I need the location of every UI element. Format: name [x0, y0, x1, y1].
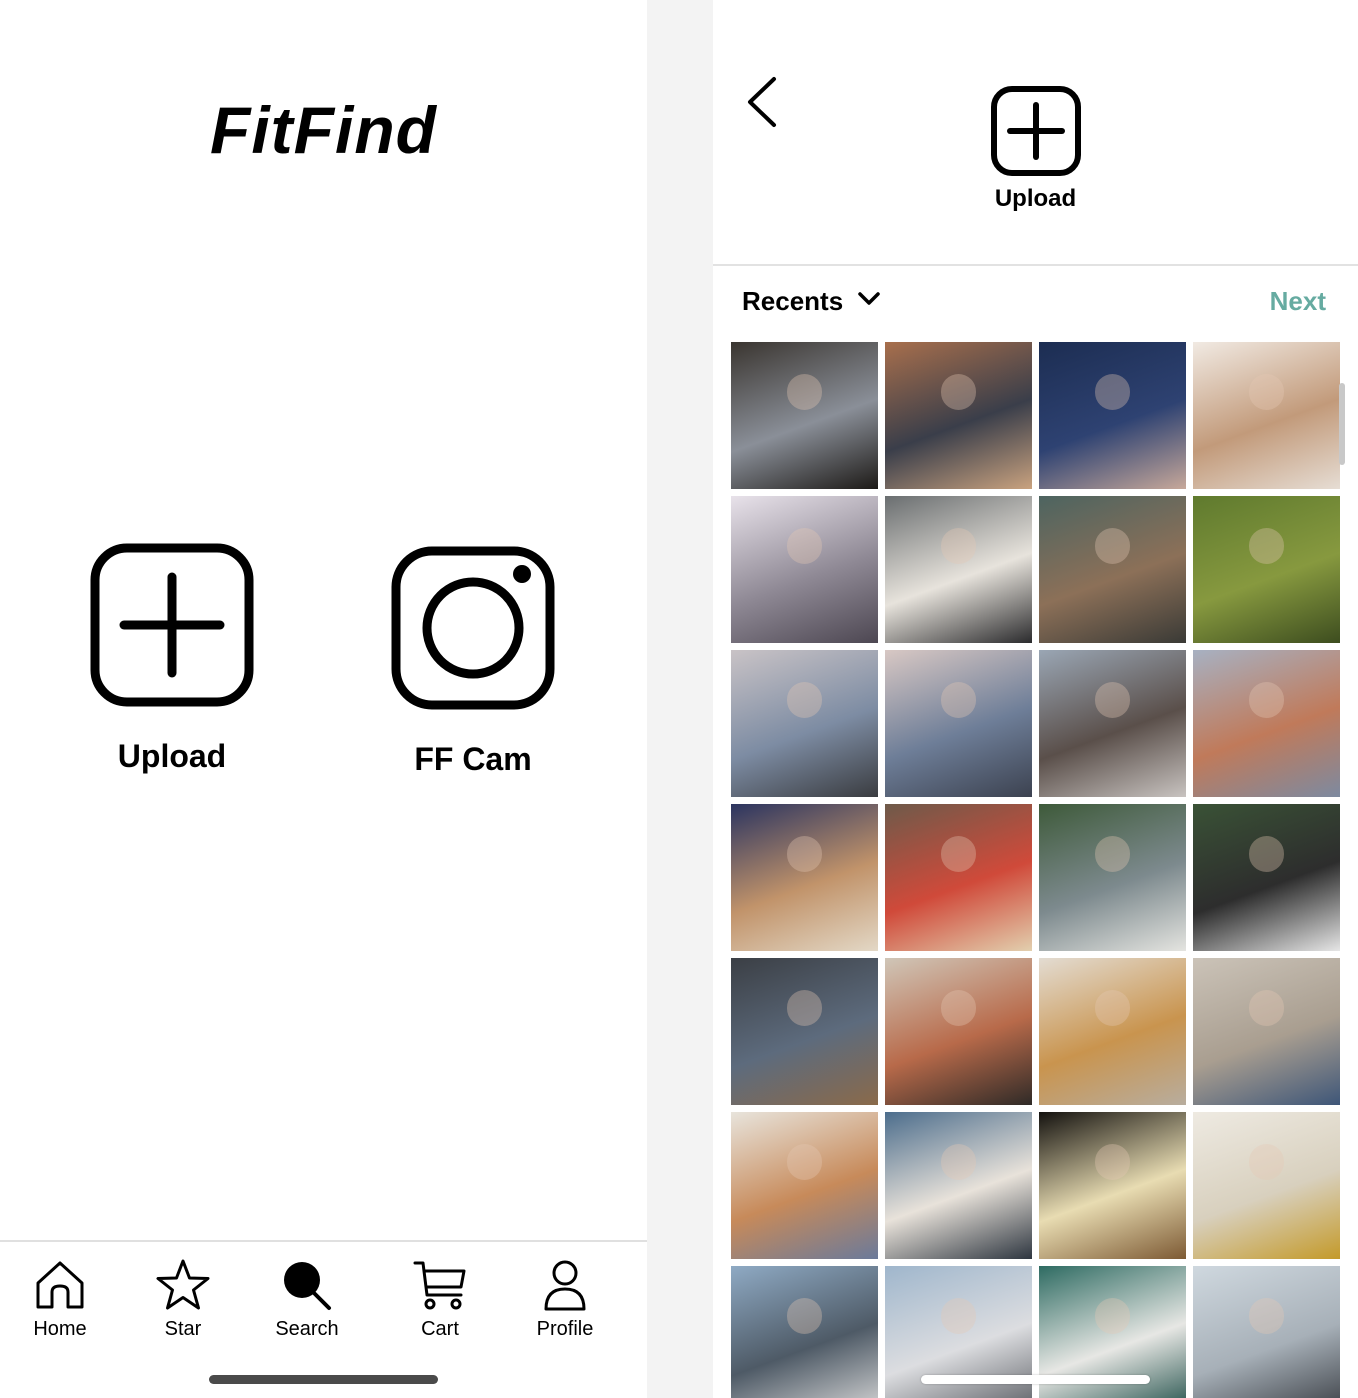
home-icon [5, 1258, 115, 1312]
photo-polaroid-camera[interactable] [885, 1112, 1032, 1259]
photo-grid [731, 342, 1343, 1398]
ff-cam-label: FF Cam [414, 741, 532, 777]
user-icon [510, 1258, 620, 1312]
photo-cap-donut[interactable] [1193, 804, 1340, 951]
plus-square-icon [713, 85, 1358, 177]
page-title: Upload [994, 185, 1077, 212]
photo-hand-blue[interactable] [1039, 342, 1186, 489]
photo-rooftop-camera[interactable] [731, 650, 878, 797]
tab-profile-label: Profile [536, 1318, 594, 1340]
photo-bridge-blur[interactable] [731, 496, 878, 643]
photo-pizza-lying[interactable] [885, 958, 1032, 1105]
fitfind-home-screen: FitFind Upload FF Cam Home Star Search C… [0, 0, 647, 1398]
tab-profile[interactable]: Profile [510, 1258, 620, 1341]
tab-cart[interactable]: Cart [385, 1258, 495, 1341]
photo-yellow-flower[interactable] [1193, 1112, 1340, 1259]
home-indicator [921, 1375, 1150, 1384]
photo-lanterns[interactable] [1039, 1112, 1186, 1259]
photo-cat-blanket[interactable] [1193, 958, 1340, 1105]
divider [713, 264, 1358, 266]
ff-cam-button[interactable]: FF Cam [373, 546, 573, 778]
tab-home[interactable]: Home [5, 1258, 115, 1341]
app-logo: FitFind [210, 93, 437, 167]
photo-rooftop-sunset[interactable] [885, 650, 1032, 797]
photo-friends-camera[interactable] [1039, 650, 1186, 797]
photo-rabbits-grass[interactable] [1193, 496, 1340, 643]
star-icon [128, 1258, 238, 1312]
album-selector-label: Recents [742, 286, 844, 316]
chevron-down-icon [857, 291, 881, 312]
photo-outfit-striped-skirt[interactable] [731, 342, 878, 489]
photo-record-player[interactable] [885, 804, 1032, 951]
upload-label: Upload [117, 738, 227, 774]
plus-square-icon [72, 543, 272, 712]
photo-pizza-girl[interactable] [1193, 650, 1340, 797]
photo-attic-cap[interactable] [731, 958, 878, 1105]
camera-icon [373, 546, 573, 715]
photo-cap-portrait[interactable] [1039, 804, 1186, 951]
tab-home-label: Home [33, 1318, 87, 1340]
home-indicator [209, 1375, 438, 1384]
photo-picnic-pizza[interactable] [731, 804, 878, 951]
photo-storefront[interactable] [885, 496, 1032, 643]
photo-splash-beach[interactable] [1193, 342, 1340, 489]
album-selector[interactable]: Recents [742, 286, 881, 317]
photo-japanese-castle[interactable] [731, 1266, 878, 1398]
photo-street-pose[interactable] [1193, 1266, 1340, 1398]
tab-cart-label: Cart [421, 1318, 459, 1340]
tab-search-label: Search [275, 1318, 339, 1340]
tab-star-label: Star [164, 1318, 202, 1340]
upload-header: Upload [713, 85, 1358, 213]
scrollbar[interactable] [1339, 383, 1345, 465]
photo-graphic-tee[interactable] [731, 1112, 878, 1259]
cart-icon [385, 1258, 495, 1312]
search-icon [252, 1258, 362, 1312]
tab-star[interactable]: Star [128, 1258, 238, 1341]
upload-button[interactable]: Upload [72, 543, 272, 775]
photo-bread-table[interactable] [1039, 958, 1186, 1105]
tab-search[interactable]: Search [252, 1258, 362, 1341]
next-button[interactable]: Next [1270, 286, 1326, 317]
upload-picker-screen: Upload Recents Next [713, 0, 1358, 1398]
photo-cafe-patio[interactable] [1039, 496, 1186, 643]
photo-canal-portrait[interactable] [885, 342, 1032, 489]
